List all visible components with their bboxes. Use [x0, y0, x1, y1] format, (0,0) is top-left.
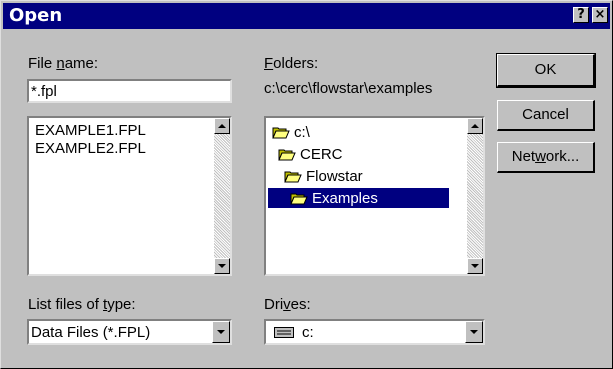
scroll-down-button[interactable] — [467, 258, 483, 274]
list-item[interactable]: EXAMPLE1.FPL — [35, 122, 146, 140]
file-name-input[interactable]: *.fpl — [27, 79, 232, 103]
arrow-up-icon — [218, 124, 226, 128]
open-folder-icon — [290, 193, 308, 204]
ok-button[interactable]: OK — [496, 53, 596, 88]
scroll-down-button[interactable] — [214, 258, 230, 274]
list-item[interactable]: EXAMPLE2.FPL — [35, 140, 146, 158]
drives-select[interactable]: c: — [264, 319, 485, 345]
file-type-select[interactable]: Data Files (*.FPL) — [27, 319, 232, 345]
cancel-button[interactable]: Cancel — [497, 100, 595, 131]
folders-label: Folders: — [264, 55, 319, 72]
open-folder-icon — [278, 149, 296, 160]
scroll-up-button[interactable] — [214, 118, 230, 134]
folder-item-cerc[interactable]: CERC — [278, 144, 343, 164]
chevron-down-icon — [217, 330, 225, 334]
arrow-down-icon — [218, 264, 226, 268]
open-dialog: Open ? × File name: *.fpl EXAMPLE1.FPL E… — [0, 0, 613, 369]
folder-tree[interactable]: c:\ CERC Flowstar Examples — [264, 116, 485, 276]
folder-item-flowstar[interactable]: Flowstar — [284, 166, 363, 186]
network-button[interactable]: Network... — [497, 142, 595, 173]
file-list[interactable]: EXAMPLE1.FPL EXAMPLE2.FPL — [27, 116, 232, 276]
title-bar[interactable]: Open ? × — [3, 3, 610, 29]
open-folder-icon — [284, 171, 302, 182]
drives-label: Drives: — [264, 296, 311, 313]
folder-tree-scrollbar[interactable] — [467, 118, 483, 274]
help-button[interactable]: ? — [573, 7, 589, 23]
folder-item-examples[interactable]: Examples — [268, 188, 449, 208]
arrow-down-icon — [471, 264, 479, 268]
current-path: c:\cerc\flowstar\examples — [264, 80, 433, 97]
close-button[interactable]: × — [592, 7, 608, 23]
scroll-up-button[interactable] — [467, 118, 483, 134]
drives-dropdown-button[interactable] — [465, 321, 483, 343]
file-list-scrollbar[interactable] — [214, 118, 230, 274]
file-type-value: Data Files (*.FPL) — [31, 324, 151, 341]
window-title: Open — [9, 5, 63, 26]
drive-icon — [274, 327, 294, 338]
file-name-value: *.fpl — [31, 83, 57, 100]
file-name-label: File name: — [28, 55, 99, 72]
file-type-label: List files of type: — [28, 296, 136, 313]
chevron-down-icon — [470, 330, 478, 334]
file-type-dropdown-button[interactable] — [212, 321, 230, 343]
open-folder-icon — [272, 127, 290, 138]
folder-item-root[interactable]: c:\ — [272, 122, 310, 142]
arrow-up-icon — [471, 124, 479, 128]
drives-value: c: — [302, 324, 314, 341]
